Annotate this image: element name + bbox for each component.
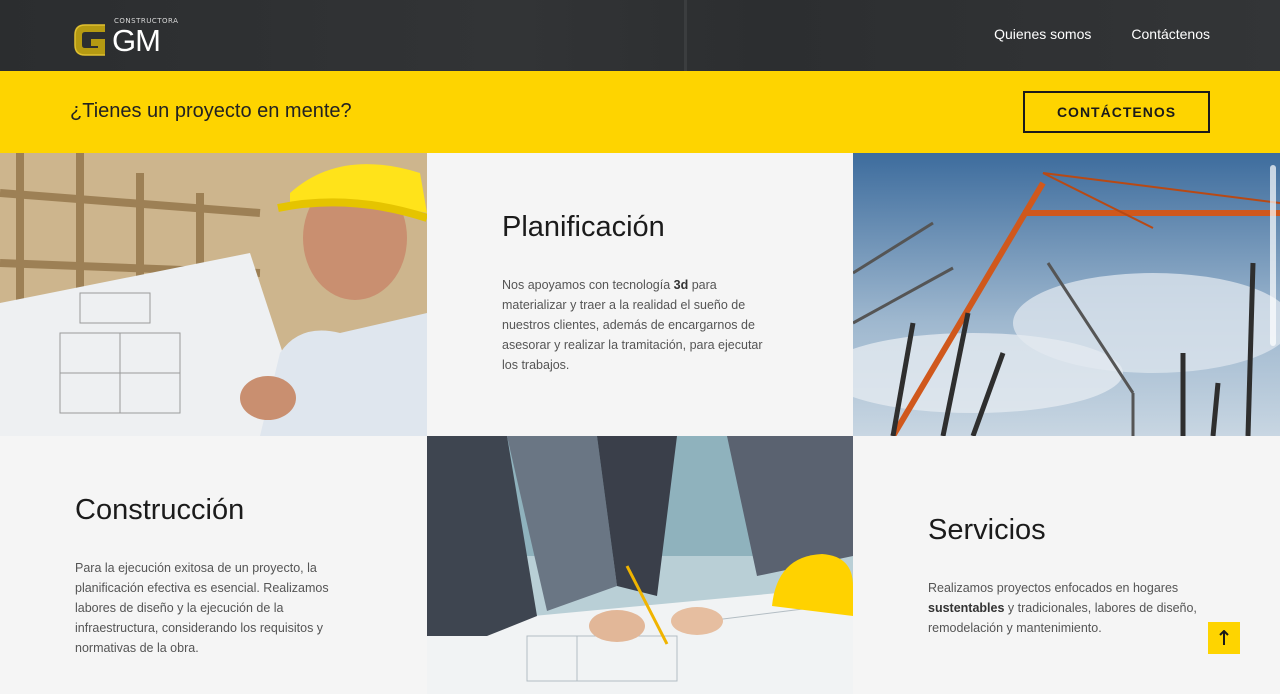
servicios-card: Servicios Realizamos proyectos enfocados… bbox=[853, 436, 1280, 694]
site-logo[interactable]: CONSTRUCTORA GM bbox=[71, 17, 178, 59]
planificacion-text-bold: 3d bbox=[673, 278, 689, 292]
engineer-illustration bbox=[0, 153, 427, 436]
servicios-text: Realizamos proyectos enfocados en hogare… bbox=[928, 578, 1208, 638]
arrow-up-icon bbox=[1219, 630, 1229, 645]
planificacion-title: Planificación bbox=[502, 211, 665, 243]
logo-mark-icon bbox=[74, 24, 105, 56]
nav-about[interactable]: Quienes somos bbox=[994, 26, 1091, 42]
scrollbar[interactable] bbox=[1270, 165, 1276, 346]
site-header: CONSTRUCTORA GM Quienes somos Contácteno… bbox=[0, 0, 1280, 71]
planificacion-card: Planificación Nos apoyamos con tecnologí… bbox=[427, 153, 853, 436]
planificacion-text-a: Nos apoyamos con tecnología bbox=[502, 278, 674, 292]
nav-contact[interactable]: Contáctenos bbox=[1131, 26, 1210, 42]
servicios-title: Servicios bbox=[928, 514, 1046, 546]
servicios-text-bold: sustentables bbox=[928, 601, 1005, 615]
planificacion-text-b: para materializar y traer a la realidad … bbox=[502, 278, 763, 372]
cranes-illustration bbox=[853, 153, 1280, 436]
brand-name: GM bbox=[112, 23, 161, 58]
team-illustration bbox=[427, 436, 853, 694]
construccion-title: Construcción bbox=[75, 494, 245, 526]
contact-button[interactable]: CONTÁCTENOS bbox=[1023, 91, 1210, 133]
servicios-text-a: Realizamos proyectos enfocados en hogare… bbox=[928, 581, 1179, 595]
engineer-image bbox=[0, 153, 427, 436]
cta-banner: ¿Tienes un proyecto en mente? CONTÁCTENO… bbox=[0, 71, 1280, 153]
cta-title: ¿Tienes un proyecto en mente? bbox=[70, 100, 352, 122]
back-to-top-button[interactable] bbox=[1208, 622, 1240, 654]
construccion-text: Para la ejecución exitosa de un proyecto… bbox=[75, 561, 329, 655]
construccion-card: Construcción Para la ejecución exitosa d… bbox=[0, 436, 427, 694]
team-image bbox=[427, 436, 853, 694]
main-nav: Quienes somos Contáctenos bbox=[994, 26, 1210, 42]
planificacion-text: Nos apoyamos con tecnología 3d para mate… bbox=[502, 275, 780, 375]
cranes-image bbox=[853, 153, 1280, 436]
